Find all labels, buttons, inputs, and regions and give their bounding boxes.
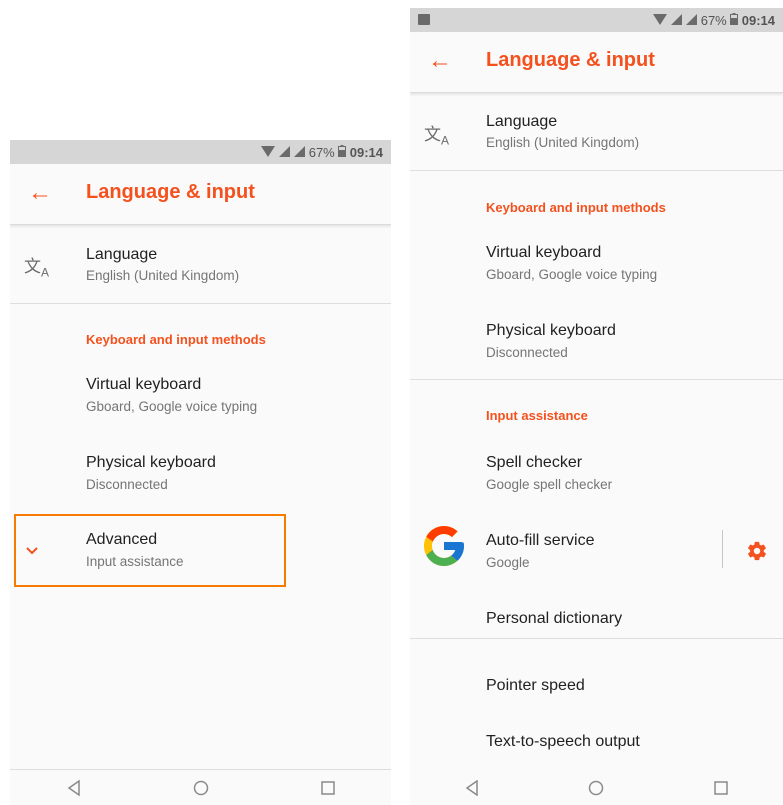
back-arrow-icon[interactable]: ← [28, 178, 52, 208]
translate-icon: 文A [424, 125, 450, 148]
physical-keyboard-item[interactable]: Physical keyboard Disconnected [410, 312, 783, 372]
virtual-keyboard-title: Virtual keyboard [486, 244, 602, 261]
language-title: Language [86, 246, 158, 263]
virtual-keyboard-item[interactable]: Virtual keyboard Gboard, Google voice ty… [410, 234, 783, 294]
personal-dictionary-title: Personal dictionary [486, 610, 623, 627]
battery-icon [729, 12, 738, 28]
signal-icon [670, 13, 682, 28]
vertical-divider [722, 530, 723, 568]
app-bar: ← Language & input [410, 32, 783, 93]
language-item[interactable]: 文A Language English (United Kingdom) [410, 104, 783, 170]
divider [410, 170, 783, 171]
battery-icon [337, 144, 346, 160]
battery-percent: 67% [308, 144, 335, 160]
page-title: Language & input [486, 49, 655, 71]
spell-checker-title: Spell checker [486, 454, 583, 471]
nav-recents-icon[interactable] [701, 781, 741, 795]
language-subtitle: English (United Kingdom) [486, 135, 640, 150]
page-title: Language & input [86, 181, 255, 203]
physical-keyboard-title: Physical keyboard [486, 322, 616, 339]
nav-back-icon[interactable] [54, 780, 94, 796]
highlight-box [14, 514, 286, 587]
navigation-bar [10, 771, 391, 805]
physical-keyboard-subtitle: Disconnected [486, 345, 568, 360]
section-header-input-assistance: Input assistance [486, 408, 588, 423]
autofill-subtitle: Google [486, 555, 530, 570]
spell-checker-item[interactable]: Spell checker Google spell checker [410, 444, 783, 504]
virtual-keyboard-subtitle: Gboard, Google voice typing [486, 267, 658, 282]
nav-recents-icon[interactable] [308, 781, 348, 795]
tts-output-title: Text-to-speech output [486, 733, 640, 750]
battery-percent: 67% [700, 12, 727, 28]
wifi-icon [260, 145, 275, 160]
signal-icon [293, 145, 305, 160]
signal-icon [278, 145, 290, 160]
physical-keyboard-subtitle: Disconnected [86, 477, 168, 492]
divider [410, 379, 783, 380]
autofill-title: Auto-fill service [486, 532, 595, 549]
google-logo-icon [420, 522, 468, 570]
translate-icon: 文A [24, 257, 50, 280]
physical-keyboard-title: Physical keyboard [86, 454, 216, 471]
language-title: Language [486, 113, 558, 130]
divider [10, 303, 391, 304]
signal-icon [685, 13, 697, 28]
navigation-bar [410, 771, 783, 805]
gear-icon[interactable] [746, 540, 768, 562]
app-bar: ← Language & input [10, 164, 391, 225]
wifi-icon [652, 13, 667, 28]
virtual-keyboard-title: Virtual keyboard [86, 376, 202, 393]
back-arrow-icon[interactable]: ← [428, 46, 452, 76]
virtual-keyboard-subtitle: Gboard, Google voice typing [86, 399, 258, 414]
divider [10, 769, 391, 770]
clock: 09:14 [741, 12, 775, 28]
nav-home-icon[interactable] [576, 780, 616, 796]
virtual-keyboard-item[interactable]: Virtual keyboard Gboard, Google voice ty… [10, 366, 391, 426]
image-notification-icon [418, 14, 430, 25]
pointer-speed-item[interactable]: Pointer speed [410, 670, 783, 714]
right-screen: 67% 09:14 ← Language & input 文A Language… [410, 8, 783, 805]
clock: 09:14 [349, 144, 383, 160]
language-subtitle: English (United Kingdom) [86, 268, 240, 283]
physical-keyboard-item[interactable]: Physical keyboard Disconnected [10, 444, 391, 504]
section-header-keyboard: Keyboard and input methods [486, 200, 666, 215]
nav-back-icon[interactable] [452, 780, 492, 796]
divider [410, 638, 783, 639]
nav-home-icon[interactable] [181, 780, 221, 796]
left-screen: 67% 09:14 ← Language & input 文A Language… [10, 140, 391, 805]
section-header-keyboard: Keyboard and input methods [86, 332, 266, 347]
status-bar: 67% 09:14 [10, 140, 391, 164]
pointer-speed-title: Pointer speed [486, 677, 585, 694]
spell-checker-subtitle: Google spell checker [486, 477, 613, 492]
status-bar: 67% 09:14 [410, 8, 783, 32]
personal-dictionary-item[interactable]: Personal dictionary [410, 602, 783, 646]
language-item[interactable]: 文A Language English (United Kingdom) [10, 236, 391, 302]
tts-output-item[interactable]: Text-to-speech output [410, 727, 783, 771]
